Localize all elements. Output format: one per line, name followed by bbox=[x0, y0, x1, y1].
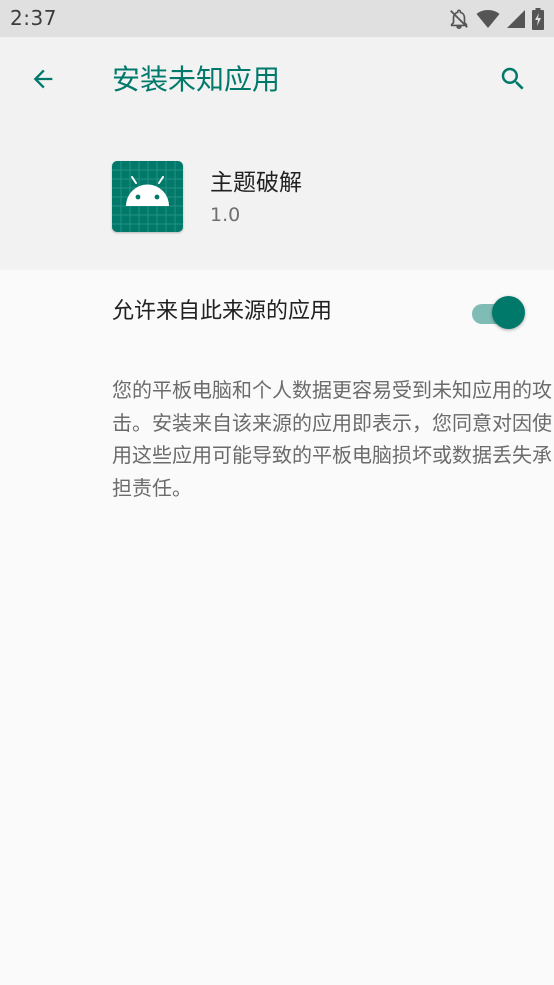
allow-unknown-sources-row[interactable]: 允许来自此来源的应用 bbox=[0, 270, 554, 356]
status-bar: 2:37 bbox=[0, 0, 554, 37]
notifications-off-icon bbox=[448, 8, 470, 30]
cell-signal-icon bbox=[506, 9, 526, 29]
toggle-thumb bbox=[492, 296, 525, 329]
app-name: 主题破解 bbox=[210, 170, 302, 196]
warning-description: 您的平板电脑和个人数据更容易受到未知应用的攻击。安装来自该来源的应用即表示，您同… bbox=[112, 378, 552, 500]
wifi-icon bbox=[476, 9, 500, 29]
app-version: 1.0 bbox=[210, 204, 241, 226]
app-bar: 安装未知应用 bbox=[0, 37, 554, 124]
android-app-icon bbox=[112, 161, 183, 232]
search-button[interactable] bbox=[490, 58, 536, 104]
battery-charging-icon bbox=[532, 8, 544, 30]
allow-unknown-sources-toggle[interactable] bbox=[470, 296, 526, 330]
page-title: 安装未知应用 bbox=[112, 63, 281, 96]
arrow-back-icon bbox=[29, 65, 57, 97]
setting-label: 允许来自此来源的应用 bbox=[112, 299, 333, 324]
app-header: 主题破解 1.0 bbox=[0, 124, 554, 270]
back-button[interactable] bbox=[20, 58, 66, 104]
search-icon bbox=[498, 64, 528, 98]
status-time: 2:37 bbox=[10, 6, 57, 30]
status-icons bbox=[448, 8, 544, 30]
